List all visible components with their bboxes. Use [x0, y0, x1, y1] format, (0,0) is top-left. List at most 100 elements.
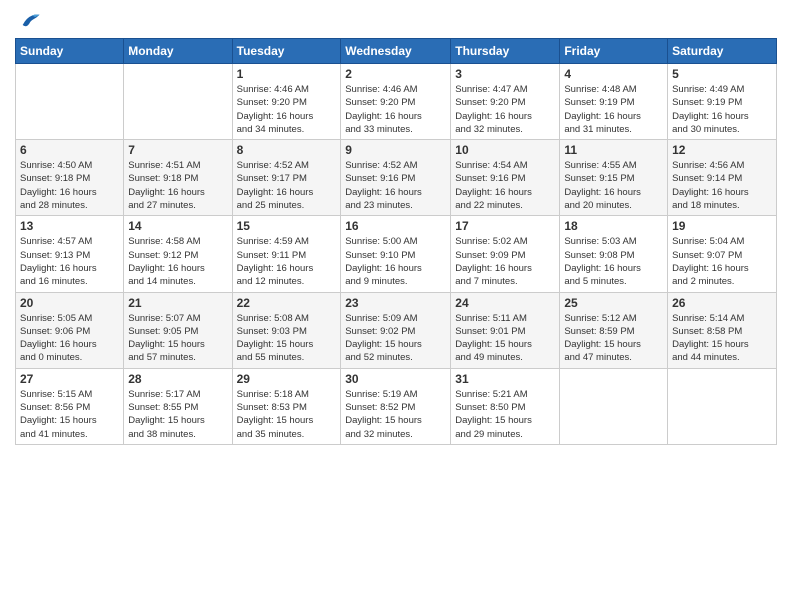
calendar-cell: 1 Sunrise: 4:46 AMSunset: 9:20 PMDaylight…	[232, 64, 341, 140]
day-info: Sunrise: 5:18 AMSunset: 8:53 PMDaylight:…	[237, 388, 337, 441]
day-info: Sunrise: 5:14 AMSunset: 8:58 PMDaylight:…	[672, 312, 772, 365]
day-number: 29	[237, 372, 337, 386]
day-info: Sunrise: 5:19 AMSunset: 8:52 PMDaylight:…	[345, 388, 446, 441]
day-header-thursday: Thursday	[451, 39, 560, 64]
calendar-cell: 23 Sunrise: 5:09 AMSunset: 9:02 PMDayligh…	[341, 292, 451, 368]
day-header-wednesday: Wednesday	[341, 39, 451, 64]
day-number: 26	[672, 296, 772, 310]
calendar-cell: 18 Sunrise: 5:03 AMSunset: 9:08 PMDayligh…	[560, 216, 668, 292]
calendar-cell: 7 Sunrise: 4:51 AMSunset: 9:18 PMDaylight…	[124, 140, 232, 216]
calendar-cell: 28Sunrise: 5:17 AMSunset: 8:55 PMDayligh…	[124, 368, 232, 444]
calendar-cell: 17Sunrise: 5:02 AMSunset: 9:09 PMDayligh…	[451, 216, 560, 292]
day-info: Sunrise: 5:02 AMSunset: 9:09 PMDaylight:…	[455, 235, 555, 288]
day-info: Sunrise: 5:12 AMSunset: 8:59 PMDaylight:…	[564, 312, 663, 365]
calendar-cell	[124, 64, 232, 140]
calendar-cell: 3 Sunrise: 4:47 AMSunset: 9:20 PMDaylight…	[451, 64, 560, 140]
day-number: 8	[237, 143, 337, 157]
day-info: Sunrise: 5:05 AMSunset: 9:06 PMDaylight:…	[20, 312, 119, 365]
day-number: 9	[345, 143, 446, 157]
day-info: Sunrise: 4:58 AMSunset: 9:12 PMDaylight:…	[128, 235, 227, 288]
day-number: 19	[672, 219, 772, 233]
calendar-cell: 31Sunrise: 5:21 AMSunset: 8:50 PMDayligh…	[451, 368, 560, 444]
header	[15, 10, 777, 32]
day-info: Sunrise: 4:48 AMSunset: 9:19 PMDaylight:…	[564, 83, 663, 136]
calendar-cell: 5 Sunrise: 4:49 AMSunset: 9:19 PMDaylight…	[668, 64, 777, 140]
calendar-cell: 14 Sunrise: 4:58 AMSunset: 9:12 PMDayligh…	[124, 216, 232, 292]
day-header-sunday: Sunday	[16, 39, 124, 64]
day-number: 25	[564, 296, 663, 310]
calendar-cell: 30Sunrise: 5:19 AMSunset: 8:52 PMDayligh…	[341, 368, 451, 444]
week-row-3: 13 Sunrise: 4:57 AMSunset: 9:13 PMDayligh…	[16, 216, 777, 292]
calendar-cell	[668, 368, 777, 444]
logo	[15, 10, 41, 32]
day-number: 22	[237, 296, 337, 310]
day-number: 12	[672, 143, 772, 157]
day-info: Sunrise: 4:52 AMSunset: 9:16 PMDaylight:…	[345, 159, 446, 212]
day-header-saturday: Saturday	[668, 39, 777, 64]
day-info: Sunrise: 4:54 AMSunset: 9:16 PMDaylight:…	[455, 159, 555, 212]
calendar-cell: 4 Sunrise: 4:48 AMSunset: 9:19 PMDaylight…	[560, 64, 668, 140]
day-info: Sunrise: 4:46 AMSunset: 9:20 PMDaylight:…	[237, 83, 337, 136]
day-info: Sunrise: 5:11 AMSunset: 9:01 PMDaylight:…	[455, 312, 555, 365]
day-number: 27	[20, 372, 119, 386]
page: SundayMondayTuesdayWednesdayThursdayFrid…	[0, 0, 792, 612]
calendar-cell: 24 Sunrise: 5:11 AMSunset: 9:01 PMDayligh…	[451, 292, 560, 368]
day-number: 5	[672, 67, 772, 81]
day-info: Sunrise: 5:07 AMSunset: 9:05 PMDaylight:…	[128, 312, 227, 365]
day-number: 18	[564, 219, 663, 233]
calendar-cell: 11Sunrise: 4:55 AMSunset: 9:15 PMDayligh…	[560, 140, 668, 216]
day-number: 31	[455, 372, 555, 386]
day-number: 4	[564, 67, 663, 81]
calendar-cell: 6Sunrise: 4:50 AMSunset: 9:18 PMDaylight…	[16, 140, 124, 216]
day-info: Sunrise: 5:00 AMSunset: 9:10 PMDaylight:…	[345, 235, 446, 288]
day-number: 2	[345, 67, 446, 81]
calendar-cell: 12 Sunrise: 4:56 AMSunset: 9:14 PMDayligh…	[668, 140, 777, 216]
day-number: 24	[455, 296, 555, 310]
day-number: 3	[455, 67, 555, 81]
day-header-friday: Friday	[560, 39, 668, 64]
calendar-cell: 2 Sunrise: 4:46 AMSunset: 9:20 PMDaylight…	[341, 64, 451, 140]
week-row-1: 1 Sunrise: 4:46 AMSunset: 9:20 PMDaylight…	[16, 64, 777, 140]
week-row-4: 20 Sunrise: 5:05 AMSunset: 9:06 PMDayligh…	[16, 292, 777, 368]
day-number: 21	[128, 296, 227, 310]
week-row-2: 6Sunrise: 4:50 AMSunset: 9:18 PMDaylight…	[16, 140, 777, 216]
day-number: 28	[128, 372, 227, 386]
calendar-cell: 26 Sunrise: 5:14 AMSunset: 8:58 PMDayligh…	[668, 292, 777, 368]
day-info: Sunrise: 4:47 AMSunset: 9:20 PMDaylight:…	[455, 83, 555, 136]
day-number: 15	[237, 219, 337, 233]
day-info: Sunrise: 5:03 AMSunset: 9:08 PMDaylight:…	[564, 235, 663, 288]
day-number: 7	[128, 143, 227, 157]
calendar-cell: 19Sunrise: 5:04 AMSunset: 9:07 PMDayligh…	[668, 216, 777, 292]
calendar-cell: 22 Sunrise: 5:08 AMSunset: 9:03 PMDayligh…	[232, 292, 341, 368]
day-info: Sunrise: 5:15 AMSunset: 8:56 PMDaylight:…	[20, 388, 119, 441]
calendar-cell: 15 Sunrise: 4:59 AMSunset: 9:11 PMDayligh…	[232, 216, 341, 292]
day-number: 13	[20, 219, 119, 233]
day-number: 14	[128, 219, 227, 233]
day-info: Sunrise: 4:57 AMSunset: 9:13 PMDaylight:…	[20, 235, 119, 288]
calendar-cell	[16, 64, 124, 140]
day-info: Sunrise: 4:52 AMSunset: 9:17 PMDaylight:…	[237, 159, 337, 212]
calendar: SundayMondayTuesdayWednesdayThursdayFrid…	[15, 38, 777, 445]
day-info: Sunrise: 4:51 AMSunset: 9:18 PMDaylight:…	[128, 159, 227, 212]
calendar-cell: 10Sunrise: 4:54 AMSunset: 9:16 PMDayligh…	[451, 140, 560, 216]
day-number: 1	[237, 67, 337, 81]
calendar-cell: 25 Sunrise: 5:12 AMSunset: 8:59 PMDayligh…	[560, 292, 668, 368]
day-info: Sunrise: 4:55 AMSunset: 9:15 PMDaylight:…	[564, 159, 663, 212]
day-info: Sunrise: 4:59 AMSunset: 9:11 PMDaylight:…	[237, 235, 337, 288]
day-number: 23	[345, 296, 446, 310]
day-info: Sunrise: 4:49 AMSunset: 9:19 PMDaylight:…	[672, 83, 772, 136]
calendar-cell: 8 Sunrise: 4:52 AMSunset: 9:17 PMDaylight…	[232, 140, 341, 216]
calendar-header-row: SundayMondayTuesdayWednesdayThursdayFrid…	[16, 39, 777, 64]
day-number: 6	[20, 143, 119, 157]
day-header-monday: Monday	[124, 39, 232, 64]
calendar-cell: 29 Sunrise: 5:18 AMSunset: 8:53 PMDayligh…	[232, 368, 341, 444]
calendar-cell: 21 Sunrise: 5:07 AMSunset: 9:05 PMDayligh…	[124, 292, 232, 368]
day-number: 20	[20, 296, 119, 310]
calendar-cell: 16Sunrise: 5:00 AMSunset: 9:10 PMDayligh…	[341, 216, 451, 292]
day-info: Sunrise: 4:46 AMSunset: 9:20 PMDaylight:…	[345, 83, 446, 136]
day-info: Sunrise: 4:56 AMSunset: 9:14 PMDaylight:…	[672, 159, 772, 212]
calendar-cell: 13 Sunrise: 4:57 AMSunset: 9:13 PMDayligh…	[16, 216, 124, 292]
day-info: Sunrise: 5:09 AMSunset: 9:02 PMDaylight:…	[345, 312, 446, 365]
calendar-cell: 20 Sunrise: 5:05 AMSunset: 9:06 PMDayligh…	[16, 292, 124, 368]
day-info: Sunrise: 5:08 AMSunset: 9:03 PMDaylight:…	[237, 312, 337, 365]
